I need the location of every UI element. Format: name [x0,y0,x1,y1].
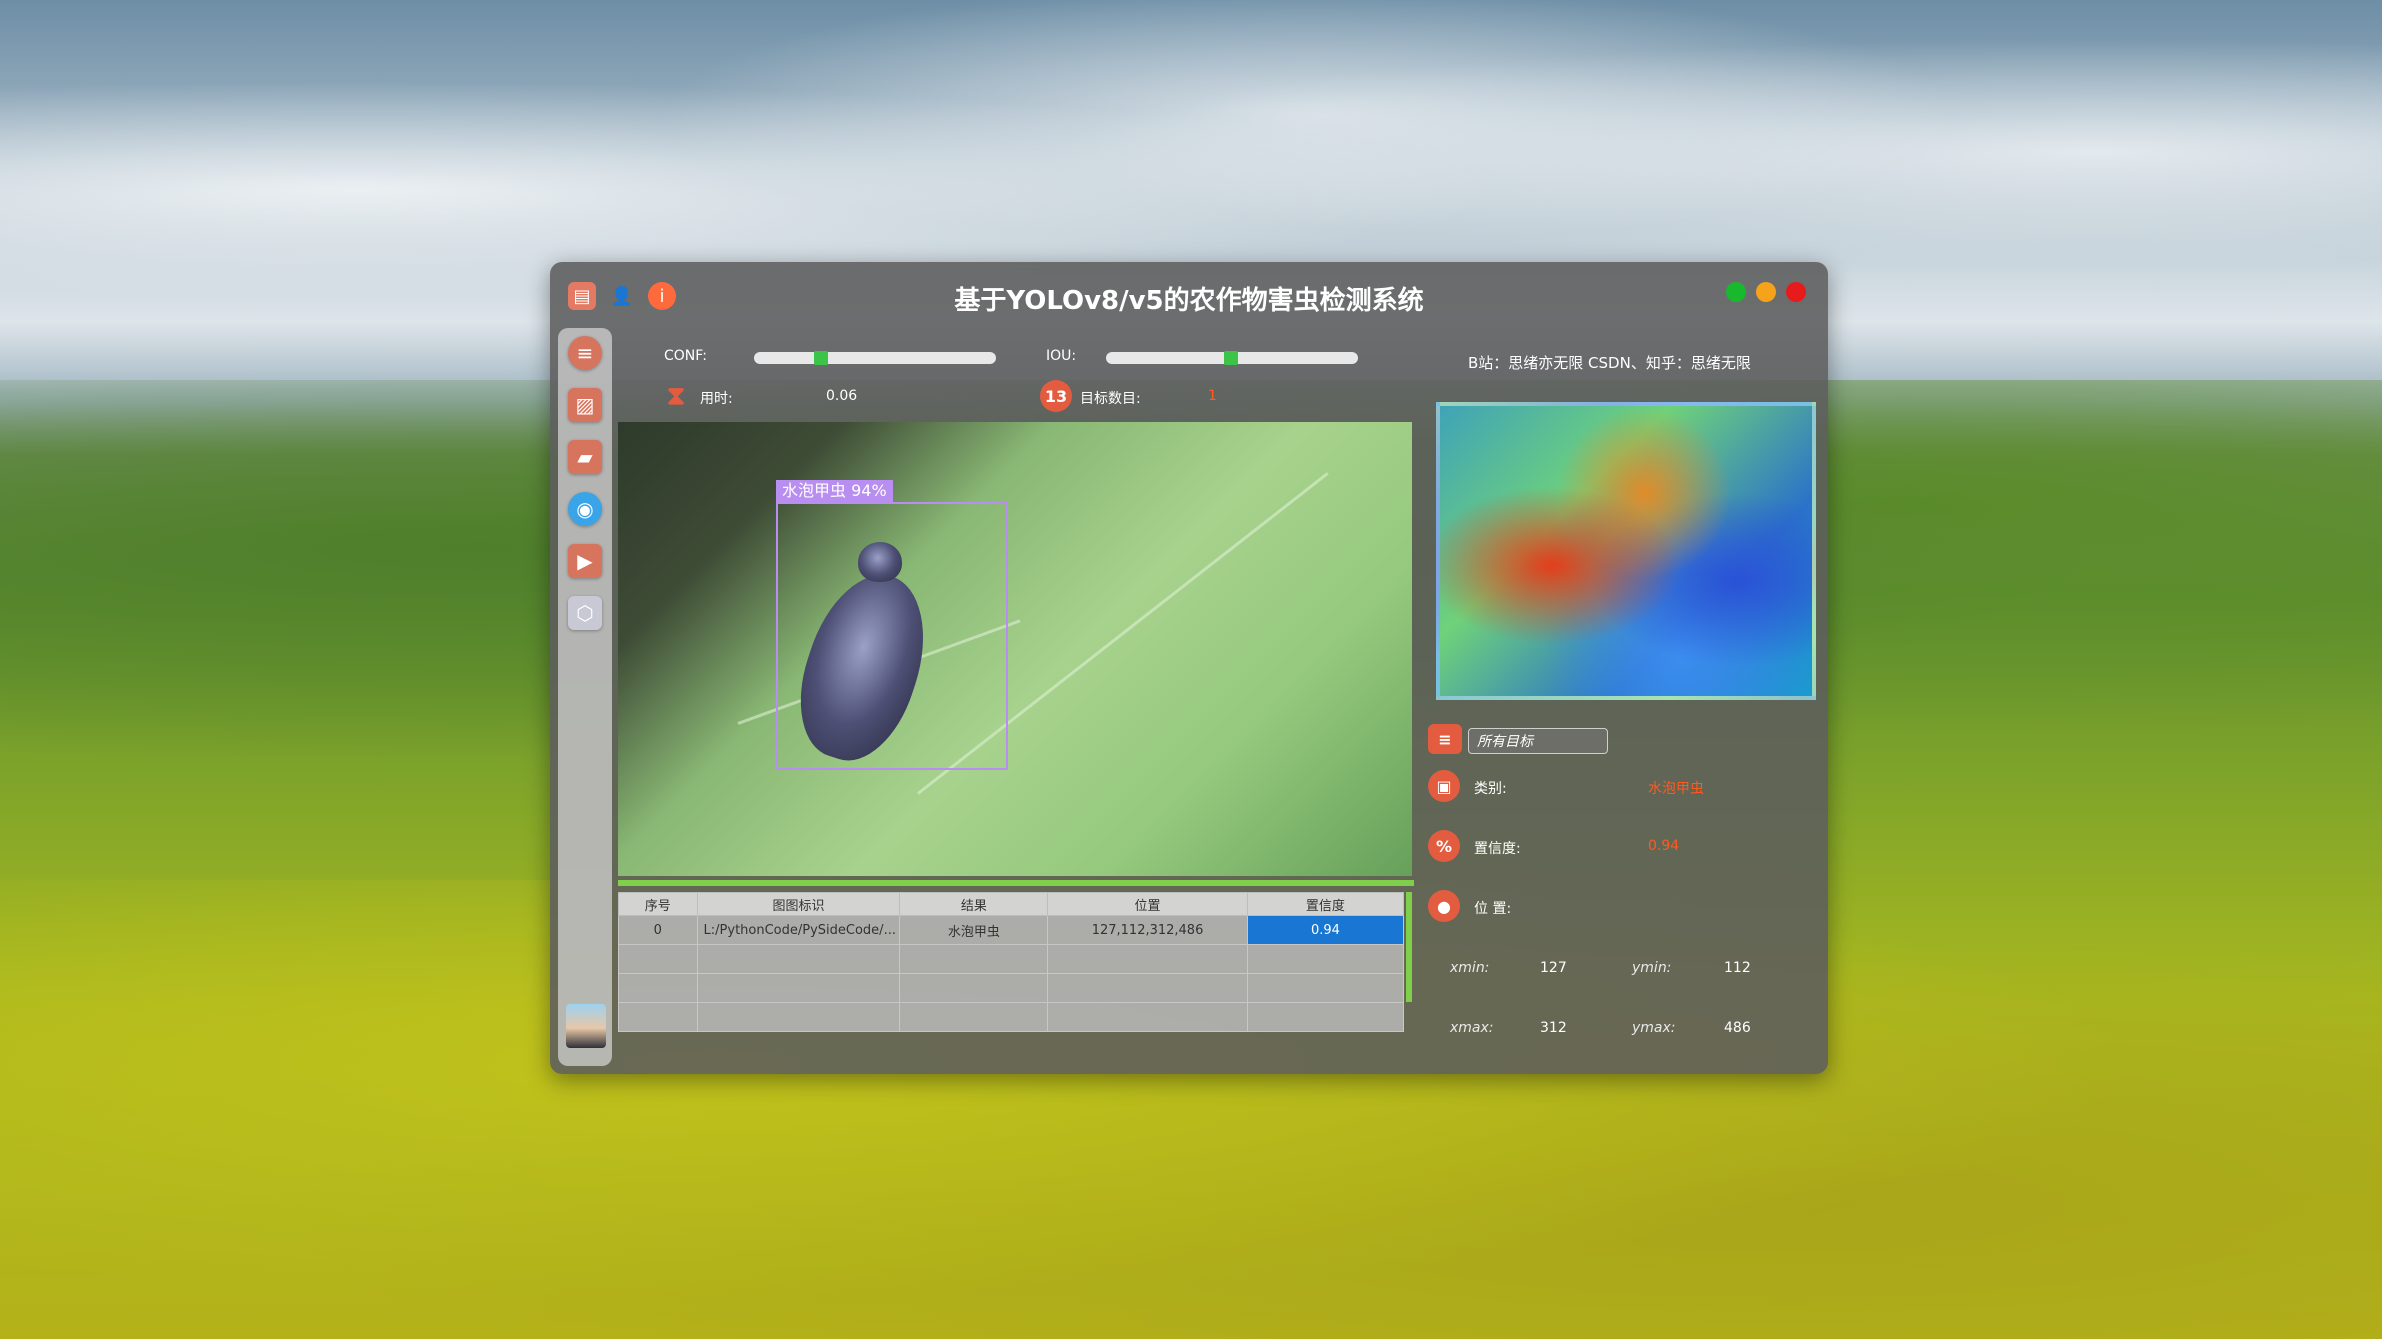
cell-index[interactable]: 0 [618,915,698,945]
time-label: 用时: [700,391,733,407]
folder-icon[interactable]: ▰ [568,440,602,474]
results-table: 序号 图图标识 结果 位置 置信度 0 L:/PythonCode/PySide… [618,892,1405,1032]
xmax-label: xmax: [1450,1020,1494,1036]
bounding-box [776,502,1008,770]
col-confidence[interactable]: 置信度 [1246,892,1405,916]
conf-label: CONF: [664,348,707,364]
ymin-value: 112 [1724,960,1751,976]
col-file[interactable]: 图图标识 [696,892,901,916]
menu-icon[interactable]: ≡ [568,336,602,370]
category-icon: ▣ [1428,770,1460,802]
window-controls [1726,282,1806,302]
col-index[interactable]: 序号 [618,892,698,916]
xmin-label: xmin: [1450,960,1489,976]
cell-confidence[interactable]: 0.94 [1246,915,1405,945]
ymax-label: ymax: [1632,1020,1676,1036]
xmin-value: 127 [1540,960,1567,976]
hourglass-icon: ⧗ [666,380,686,411]
time-value: 0.06 [826,388,858,404]
camera-icon[interactable]: ◉ [568,492,602,526]
table-row[interactable]: 0 L:/PythonCode/PySideCode/... 水泡甲虫 127,… [618,915,1405,945]
conf-slider-handle[interactable] [814,351,828,365]
ymin-label-text: ymin: [1632,960,1672,976]
ymax-label-text: ymax: [1632,1020,1676,1036]
percent-icon: % [1428,830,1460,862]
xmin-label-text: xmin: [1450,960,1490,976]
class-value: 水泡甲虫 [1648,781,1704,797]
count-label: 目标数目: [1080,391,1141,407]
green-button[interactable] [1726,282,1746,302]
class-label: 类别: [1474,781,1507,797]
table-row[interactable] [618,973,1405,1003]
table-row[interactable] [618,1002,1405,1032]
iou-slider[interactable] [1106,351,1358,365]
table-row[interactable] [618,944,1405,974]
xmax-value: 312 [1540,1020,1567,1036]
credits-text: B站：思绪亦无限 CSDN、知乎：思绪无限 [1468,354,1751,372]
confidence-label: 置信度: [1474,841,1521,857]
image-icon[interactable]: ▨ [568,388,602,422]
location-pin-icon: ● [1428,890,1460,922]
model-cube-icon[interactable]: ⬡ [568,596,602,630]
conf-slider[interactable] [754,351,996,365]
cell-position[interactable]: 127,112,312,486 [1047,915,1248,945]
xmax-label-text: xmax: [1450,1020,1494,1036]
cell-result[interactable]: 水泡甲虫 [899,915,1049,945]
close-button[interactable] [1786,282,1806,302]
bbox-label: 水泡甲虫 94% [776,480,893,502]
sidebar: ≡ ▨ ▰ ◉ ▶ ⬡ [558,328,612,1066]
detection-image[interactable]: 水泡甲虫 94% [618,422,1412,876]
window-title: 基于YOLOv8/v5的农作物害虫检测系统 [954,286,1424,316]
iou-slider-handle[interactable] [1224,351,1238,365]
count-value: 1 [1208,388,1217,404]
position-label: 位 置: [1474,901,1512,917]
minimize-button[interactable] [1756,282,1776,302]
col-result[interactable]: 结果 [899,892,1049,916]
play-icon[interactable]: ▶ [568,544,602,578]
confidence-value: 0.94 [1648,838,1680,854]
list-icon: ≡ [1428,724,1462,754]
ymax-value: 486 [1724,1020,1751,1036]
table-scrollbar[interactable] [1406,892,1412,1002]
ymin-label: ymin: [1632,960,1671,976]
avatar[interactable] [566,1004,606,1048]
app-window: ▤ 👤 i 基于YOLOv8/v5的农作物害虫检测系统 ≡ ▨ ▰ ◉ ▶ ⬡ … [550,262,1828,1074]
target-count-icon: 13 [1040,380,1072,412]
iou-label: IOU: [1046,348,1077,364]
divider-bar [618,880,1414,886]
cell-file[interactable]: L:/PythonCode/PySideCode/... [696,915,901,945]
target-filter-select[interactable]: 所有目标 [1468,728,1608,754]
col-position[interactable]: 位置 [1047,892,1248,916]
heatmap-image[interactable] [1436,402,1816,700]
